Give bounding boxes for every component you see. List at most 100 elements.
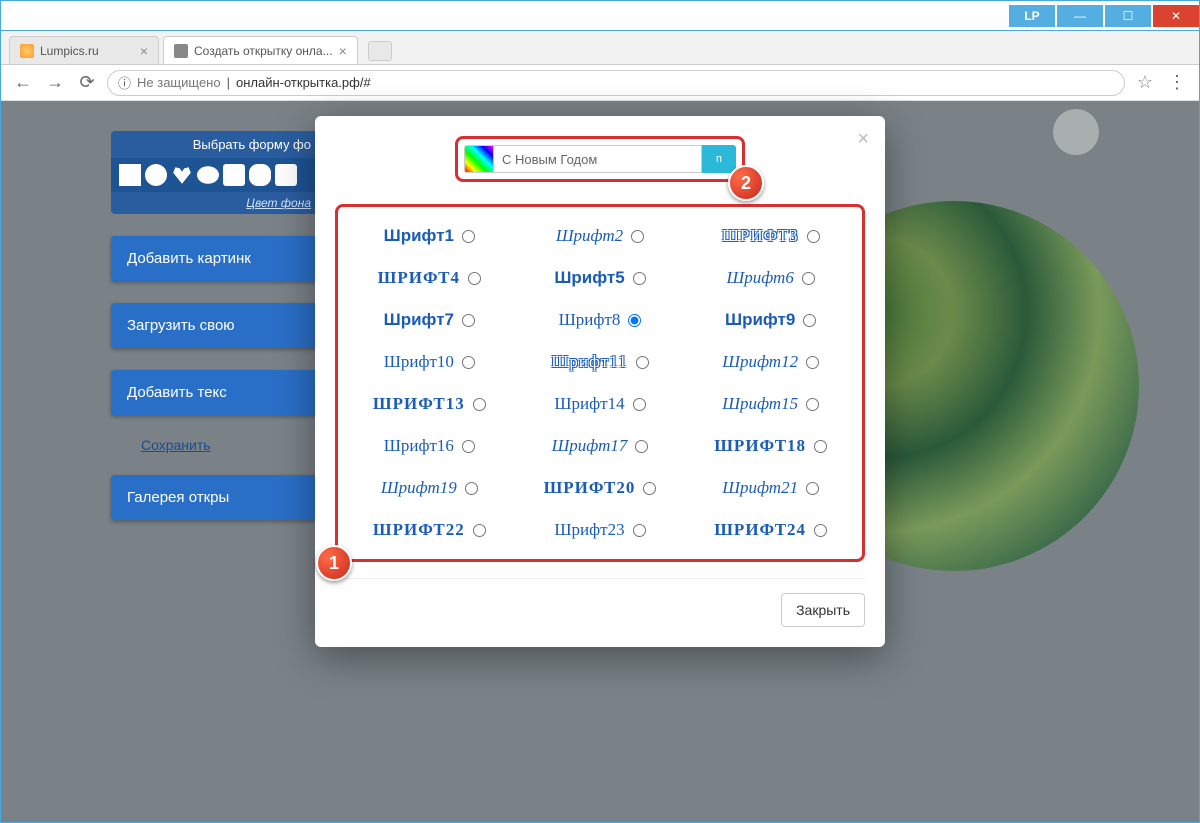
tab-title: Lumpics.ru (40, 44, 99, 58)
tab-close-icon[interactable]: × (140, 43, 148, 59)
font-radio[interactable] (462, 314, 475, 327)
font-radio[interactable] (814, 440, 827, 453)
address-bar: ← → ⟳ ⓘ Не защищено | онлайн-открытка.рф… (1, 65, 1199, 101)
minimize-button[interactable]: — (1057, 5, 1103, 27)
tab-lumpics[interactable]: Lumpics.ru × (9, 36, 159, 64)
font-option-5[interactable]: Шрифт5 (519, 263, 682, 293)
font-option-13[interactable]: ШРИФТ13 (348, 389, 511, 419)
font-option-10[interactable]: Шрифт10 (348, 347, 511, 377)
font-label: Шрифт15 (722, 394, 798, 414)
font-option-11[interactable]: Шрифт11 (519, 347, 682, 377)
font-label: Шрифт10 (384, 352, 454, 372)
close-icon[interactable]: × (857, 128, 869, 151)
text-input[interactable] (494, 145, 702, 173)
close-button[interactable]: Закрыть (781, 593, 865, 627)
tab-close-icon[interactable]: × (339, 43, 347, 59)
address-input[interactable]: ⓘ Не защищено | онлайн-открытка.рф/# (107, 70, 1125, 96)
font-option-8[interactable]: Шрифт8 (519, 305, 682, 335)
font-radio[interactable] (628, 314, 641, 327)
new-tab-button[interactable] (368, 41, 392, 61)
font-radio[interactable] (803, 314, 816, 327)
font-option-9[interactable]: Шрифт9 (689, 305, 852, 335)
font-option-20[interactable]: ШРИФТ20 (519, 473, 682, 503)
favicon-icon (174, 44, 188, 58)
font-radio[interactable] (806, 356, 819, 369)
titlebar: LP — ☐ ✕ (1, 1, 1199, 31)
font-label: ШРИФТ18 (714, 436, 806, 456)
font-radio[interactable] (806, 398, 819, 411)
tab-strip: Lumpics.ru × Создать открытку онла... × (1, 31, 1199, 65)
font-radio[interactable] (462, 230, 475, 243)
text-size-button[interactable]: п (702, 145, 736, 173)
font-radio[interactable] (462, 356, 475, 369)
text-color-button[interactable] (464, 145, 494, 173)
modal-backdrop: × п 2 Шрифт1 Шрифт2ШРИФТ3 ШРИФТ4 Шрифт5 Шриф… (1, 101, 1199, 822)
font-radio[interactable] (635, 440, 648, 453)
font-option-15[interactable]: Шрифт15 (689, 389, 852, 419)
font-label: Шрифт5 (554, 268, 624, 288)
font-label: ШРИФТ4 (378, 268, 460, 288)
back-button[interactable]: ← (11, 71, 35, 95)
bookmark-icon[interactable]: ☆ (1133, 71, 1157, 95)
font-option-19[interactable]: Шрифт19 (348, 473, 511, 503)
url-text: онлайн-открытка.рф/# (236, 75, 371, 90)
maximize-button[interactable]: ☐ (1105, 5, 1151, 27)
font-radio[interactable] (631, 230, 644, 243)
annotation-box-1: Шрифт1Шрифт2ШРИФТ3ШРИФТ4Шрифт5Шрифт6Шриф… (335, 204, 865, 562)
font-option-6[interactable]: Шрифт6 (689, 263, 852, 293)
font-option-16[interactable]: Шрифт16 (348, 431, 511, 461)
annotation-box-2: п 2 (455, 136, 745, 182)
font-radio[interactable] (473, 524, 486, 537)
page-content: Выбрать форму фо Цвет фона Добавить карт… (1, 101, 1199, 822)
font-option-24[interactable]: ШРИФТ24 (689, 515, 852, 545)
window-close-button[interactable]: ✕ (1153, 5, 1199, 27)
font-picker-modal: × п 2 Шрифт1 Шрифт2ШРИФТ3 ШРИФТ4 Шрифт5 Шриф… (315, 116, 885, 647)
tab-postcard[interactable]: Создать открытку онла... × (163, 36, 358, 64)
font-option-14[interactable]: Шрифт14 (519, 389, 682, 419)
font-label: Шрифт23 (554, 520, 624, 540)
font-option-4[interactable]: ШРИФТ4 (348, 263, 511, 293)
font-radio[interactable] (807, 230, 820, 243)
font-radio[interactable] (633, 398, 646, 411)
font-radio[interactable] (468, 272, 481, 285)
favicon-icon (20, 44, 34, 58)
forward-button[interactable]: → (43, 71, 67, 95)
font-option-17[interactable]: Шрифт17 (519, 431, 682, 461)
font-radio[interactable] (814, 524, 827, 537)
reload-button[interactable]: ⟳ (75, 71, 99, 95)
browser-window: LP — ☐ ✕ Lumpics.ru × Создать открытку о… (0, 0, 1200, 823)
font-label: Шрифт7 (384, 310, 454, 330)
font-radio[interactable] (802, 272, 815, 285)
menu-icon[interactable]: ⋮ (1165, 71, 1189, 95)
font-option-3[interactable]: ШРИФТ3 (689, 221, 852, 251)
font-radio[interactable] (643, 482, 656, 495)
font-radio[interactable] (473, 398, 486, 411)
user-badge[interactable]: LP (1009, 5, 1055, 27)
font-radio[interactable] (633, 524, 646, 537)
font-option-23[interactable]: Шрифт23 (519, 515, 682, 545)
font-label: Шрифт14 (554, 394, 624, 414)
font-label: Шрифт17 (552, 436, 628, 456)
font-radio[interactable] (633, 272, 646, 285)
font-label: Шрифт11 (551, 352, 628, 372)
modal-footer: Закрыть (335, 578, 865, 627)
font-radio[interactable] (462, 440, 475, 453)
font-radio[interactable] (806, 482, 819, 495)
annotation-marker-1: 1 (316, 545, 352, 581)
font-label: Шрифт12 (722, 352, 798, 372)
font-label: Шрифт1 (384, 226, 454, 246)
font-option-18[interactable]: ШРИФТ18 (689, 431, 852, 461)
font-option-21[interactable]: Шрифт21 (689, 473, 852, 503)
text-input-row: п (464, 145, 736, 173)
font-radio[interactable] (636, 356, 649, 369)
separator: | (227, 75, 230, 90)
font-label: Шрифт19 (381, 478, 457, 498)
font-label: ШРИФТ20 (544, 478, 636, 498)
font-label: ШРИФТ24 (714, 520, 806, 540)
font-option-22[interactable]: ШРИФТ22 (348, 515, 511, 545)
font-option-1[interactable]: Шрифт1 (348, 221, 511, 251)
font-option-2[interactable]: Шрифт2 (519, 221, 682, 251)
font-option-7[interactable]: Шрифт7 (348, 305, 511, 335)
font-option-12[interactable]: Шрифт12 (689, 347, 852, 377)
font-radio[interactable] (465, 482, 478, 495)
